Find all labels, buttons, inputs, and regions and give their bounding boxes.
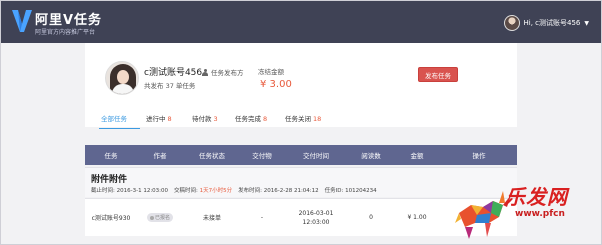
- task-id: 任务ID: 101204234: [324, 188, 377, 194]
- tab-count: 3: [213, 115, 218, 123]
- row-status: 未接单: [202, 215, 221, 222]
- row-author: 已报名: [137, 213, 183, 222]
- delivery-remaining: 1天7小时5分: [199, 188, 233, 194]
- task-meta: 截止时间: 2016-3-1 12:03:00 交稿时间: 1天7小时5分 发布…: [91, 186, 377, 194]
- row-delivery-clock: 12:03:00: [302, 218, 330, 226]
- task-tabs: 全部任务 进行中 8 待付款 3 任务完成 8 任务关闭 18: [99, 113, 335, 129]
- deadline: 截止时间: 2016-3-1 12:03:00: [91, 188, 169, 194]
- bull-logo-icon: [455, 191, 511, 239]
- delivery-time: 交稿时间: 1天7小时5分: [174, 186, 232, 194]
- chevron-down-icon: ▼: [584, 19, 589, 27]
- tab-all-tasks[interactable]: 全部任务: [99, 113, 146, 129]
- column-header-delivery-time: 交付时间: [303, 152, 329, 160]
- tab-label: 全部任务: [101, 115, 127, 123]
- tab-label: 进行中: [146, 115, 166, 123]
- logo[interactable]: 阿里V任务 阿里官方内容推广平台: [11, 8, 101, 38]
- tab-closed[interactable]: 任务关闭 18: [285, 113, 335, 127]
- tab-label: 任务关闭: [285, 115, 311, 123]
- column-header-task: 任务: [104, 152, 118, 160]
- tab-pending-payment[interactable]: 待付款 3: [192, 113, 235, 127]
- role-label: 任务发布方: [202, 67, 244, 77]
- task-title[interactable]: 附件附件: [91, 172, 127, 185]
- watermark-url: www.pfcn: [515, 209, 565, 219]
- row-delivery-date: 2016-03-01: [298, 209, 334, 217]
- column-header-status: 任务状态: [199, 152, 225, 160]
- column-header-deliverable: 交付物: [252, 152, 272, 160]
- profile-name: c测试账号456: [144, 68, 203, 78]
- column-header-amount: 金额: [410, 152, 424, 160]
- person-icon: [202, 68, 208, 76]
- tab-count: 8: [263, 115, 268, 123]
- logo-title: 阿里V任务: [35, 13, 103, 28]
- watermark-text: 乐发网: [505, 185, 568, 209]
- delivery-label: 交稿时间:: [174, 188, 198, 194]
- row-reads: 0: [369, 214, 373, 221]
- frozen-amount-value: ¥ 3.00: [260, 79, 292, 90]
- profile-card: c测试账号456 任务发布方 共发布 37 单任务 冻结金额 ¥ 3.00 发布…: [85, 43, 517, 129]
- table-header: 任务 作者 任务状态 交付物 交付时间 阅读数 金额 操作: [85, 145, 517, 165]
- row-account: c测试账号930: [91, 215, 131, 222]
- user-greeting: Hi, c测试账号456: [523, 19, 581, 27]
- top-navigation-bar: 阿里V任务 阿里官方内容推广平台 Hi, c测试账号456 ▼: [1, 1, 601, 43]
- row-delivery-time: 2016-03-01 12:03:00: [283, 209, 349, 227]
- v-logo-icon: [12, 10, 32, 32]
- tab-count: 8: [167, 115, 172, 123]
- row-deliverable: -: [260, 214, 264, 221]
- watermark: 乐发网 www.pfcn: [453, 179, 601, 244]
- role-text: 任务发布方: [211, 69, 244, 77]
- user-avatar: [503, 15, 520, 31]
- author-badge: 已报名: [146, 213, 173, 222]
- user-menu[interactable]: Hi, c测试账号456 ▼: [503, 14, 589, 32]
- tab-in-progress[interactable]: 进行中 8: [146, 113, 192, 127]
- publish-task-button[interactable]: 发布任务: [418, 67, 458, 82]
- avatar: [105, 61, 139, 95]
- column-header-author: 作者: [153, 152, 167, 160]
- frozen-amount-label: 冻结金额: [258, 68, 284, 76]
- author-badge-text: 已报名: [154, 215, 170, 221]
- dot-icon: [149, 215, 154, 220]
- row-amount: ¥ 1.00: [407, 214, 427, 221]
- logo-subtitle: 阿里官方内容推广平台: [35, 29, 96, 36]
- tab-label: 待付款: [192, 115, 212, 123]
- tab-completed[interactable]: 任务完成 8: [235, 113, 285, 127]
- tab-label: 任务完成: [235, 115, 261, 123]
- publish-time: 发布时间: 2016-2-28 21:04:12: [238, 188, 319, 194]
- published-count: 共发布 37 单任务: [144, 82, 196, 90]
- tab-count: 18: [313, 115, 322, 123]
- page: 阿里V任务 阿里官方内容推广平台 Hi, c测试账号456 ▼ c测试账号456…: [0, 0, 602, 245]
- column-header-action: 操作: [472, 152, 486, 160]
- column-header-reads: 阅读数: [361, 152, 381, 160]
